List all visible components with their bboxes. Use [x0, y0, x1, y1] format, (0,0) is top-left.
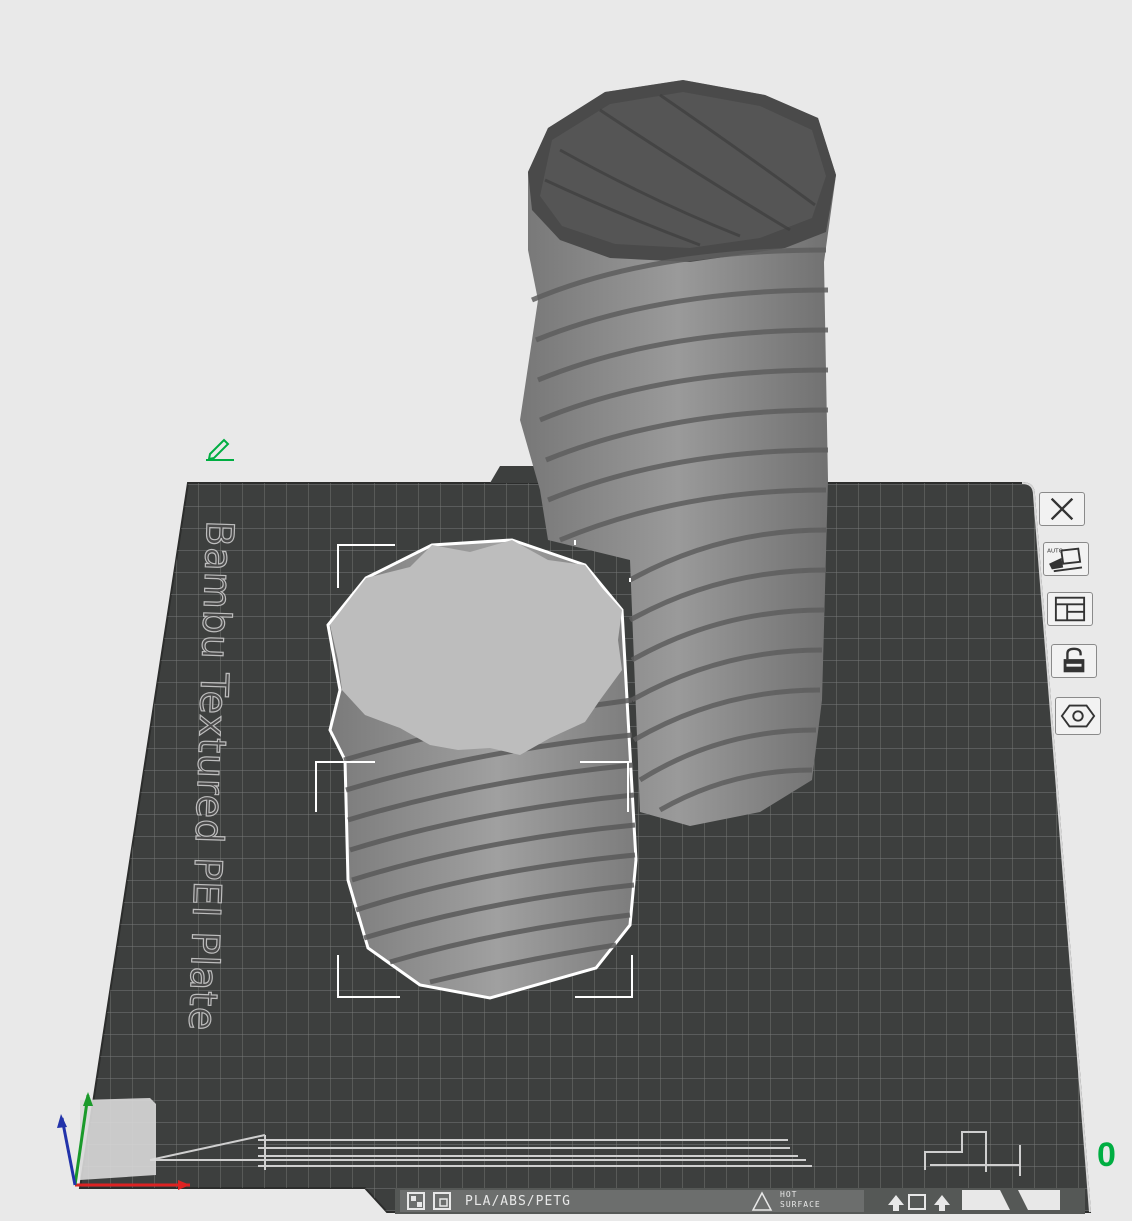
- plate-index-readout: 0: [1097, 1136, 1116, 1174]
- hexagon-icon: [1060, 704, 1096, 728]
- close-icon: [1050, 497, 1074, 521]
- hot-surface-label-line1: HOT: [780, 1190, 798, 1199]
- hot-surface-label-line2: SURFACE: [780, 1200, 821, 1209]
- 3d-viewport[interactable]: Bambu Textured PEI Plate: [0, 0, 1132, 1221]
- auto-orient-icon: AUTO: [1047, 547, 1083, 573]
- filament-compat-label: PLA/ABS/PETG: [465, 1194, 571, 1209]
- plate-settings-button[interactable]: [1055, 697, 1101, 735]
- edit-plate-name-icon[interactable]: [204, 436, 236, 462]
- auto-orient-button[interactable]: AUTO: [1043, 542, 1089, 576]
- lock-plate-button[interactable]: [1051, 644, 1097, 678]
- arrange-icon: [1054, 596, 1086, 622]
- model-short-twisted-vase-selected[interactable]: [315, 538, 638, 1000]
- unlock-icon: [1063, 647, 1085, 673]
- arrange-button[interactable]: [1047, 592, 1093, 626]
- remove-plate-button[interactable]: [1039, 492, 1085, 526]
